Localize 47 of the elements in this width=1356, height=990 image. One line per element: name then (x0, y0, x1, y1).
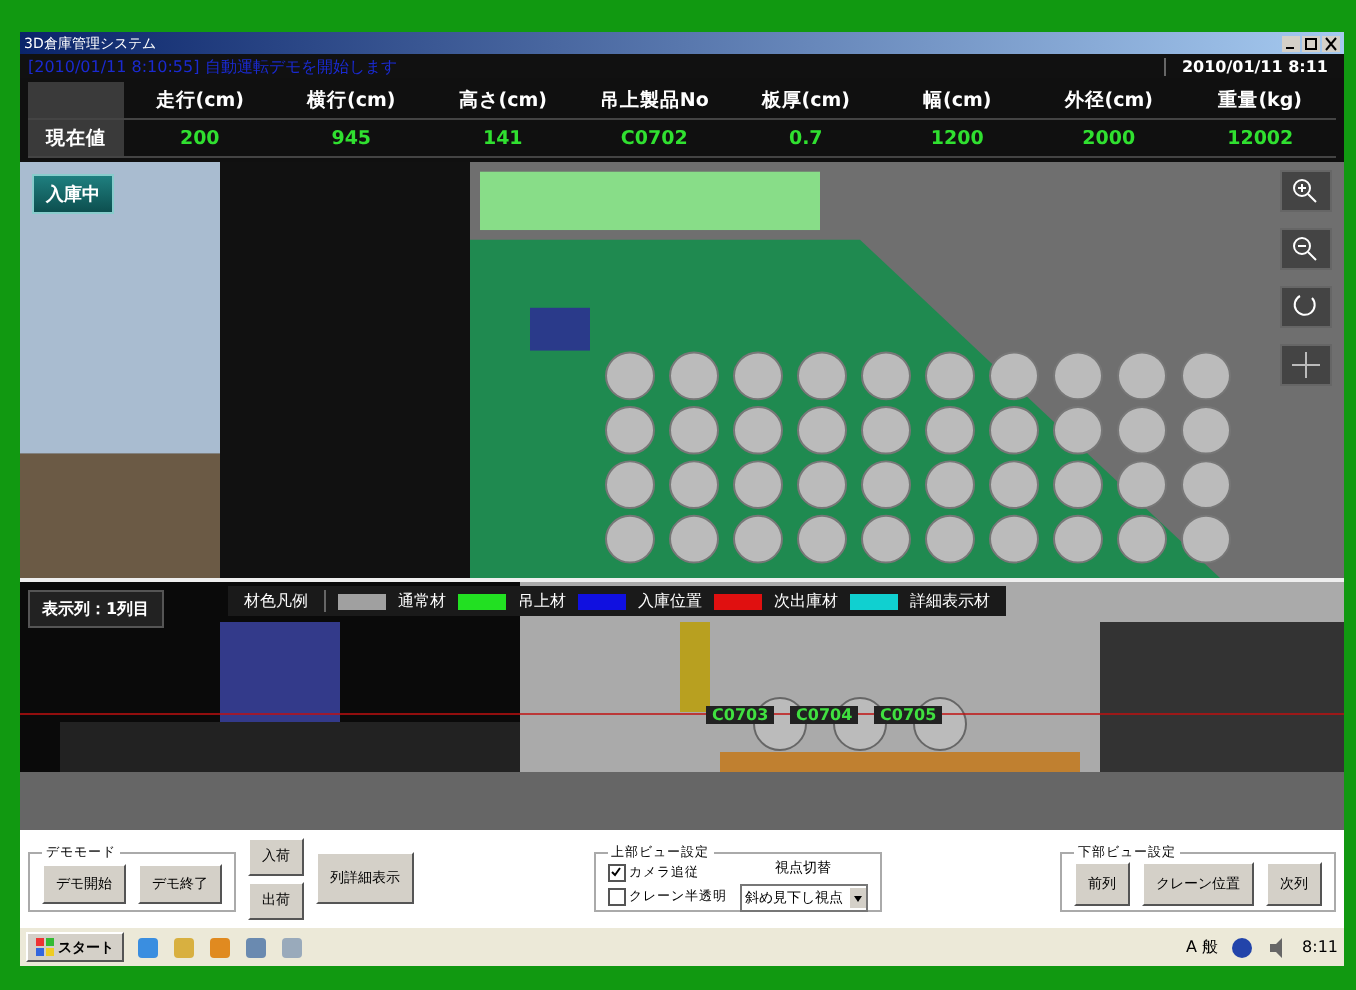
app-icon[interactable] (136, 935, 160, 959)
status-message: [2010/01/11 8:10:55] 自動運転デモを開始します (26, 55, 397, 77)
table-cell: 1200 (881, 120, 1033, 158)
column-header: 外径(cm) (1033, 82, 1185, 120)
column-header: 板厚(cm) (730, 82, 882, 120)
minimize-icon[interactable] (1282, 35, 1300, 51)
table-cell: 2000 (1033, 120, 1185, 158)
app-icon[interactable] (244, 935, 268, 959)
legend-label: 入庫位置 (638, 590, 702, 612)
close-icon[interactable] (1322, 35, 1340, 51)
clock: 8:11 (1302, 938, 1338, 956)
check-icon (610, 866, 622, 878)
zoom-out-icon[interactable] (1280, 228, 1332, 270)
help-icon[interactable] (1230, 935, 1255, 959)
table-cell: C0702 (578, 120, 730, 158)
windows-logo-icon (36, 938, 54, 956)
column-header: 走行(cm) (124, 82, 276, 120)
column-header: 吊上製品No (578, 82, 730, 120)
checkbox[interactable] (607, 887, 625, 905)
checkbox[interactable] (607, 863, 625, 881)
coil-label: C0704 (790, 706, 859, 724)
legend-title: 材色凡例 (244, 590, 326, 612)
table-cell: 141 (427, 120, 579, 158)
legend-label: 通常材 (398, 590, 446, 612)
datetime: 2010/01/11 8:11 (1163, 57, 1344, 75)
column-header: 高さ(cm) (427, 82, 579, 120)
table-cell: 945 (275, 120, 427, 158)
zoom-in-icon[interactable] (1280, 170, 1332, 212)
column-header: 重量(kg) (1184, 82, 1336, 120)
table-cell: 200 (124, 120, 276, 158)
ime-indicator[interactable]: A 般 (1186, 936, 1219, 958)
row-header: 現在値 (28, 120, 124, 158)
column-label: 表示列：1列目 (28, 590, 164, 628)
column-header: 横行(cm) (275, 82, 427, 120)
table-cell: 0.7 (730, 120, 882, 158)
table-cell: 12002 (1184, 120, 1336, 158)
coil-label: C0705 (874, 706, 943, 724)
legend-label: 詳細表示材 (910, 590, 990, 612)
rotate-icon[interactable] (1280, 286, 1332, 328)
status-button[interactable]: 入庫中 (32, 174, 114, 214)
move-icon[interactable] (1280, 344, 1332, 386)
table-corner (28, 82, 124, 120)
column-header: 幅(cm) (881, 82, 1033, 120)
legend-label: 吊上材 (518, 590, 566, 612)
maximize-icon[interactable] (1302, 35, 1320, 51)
legend-label: 次出庫材 (774, 590, 838, 612)
coil-label: C0703 (706, 706, 775, 724)
